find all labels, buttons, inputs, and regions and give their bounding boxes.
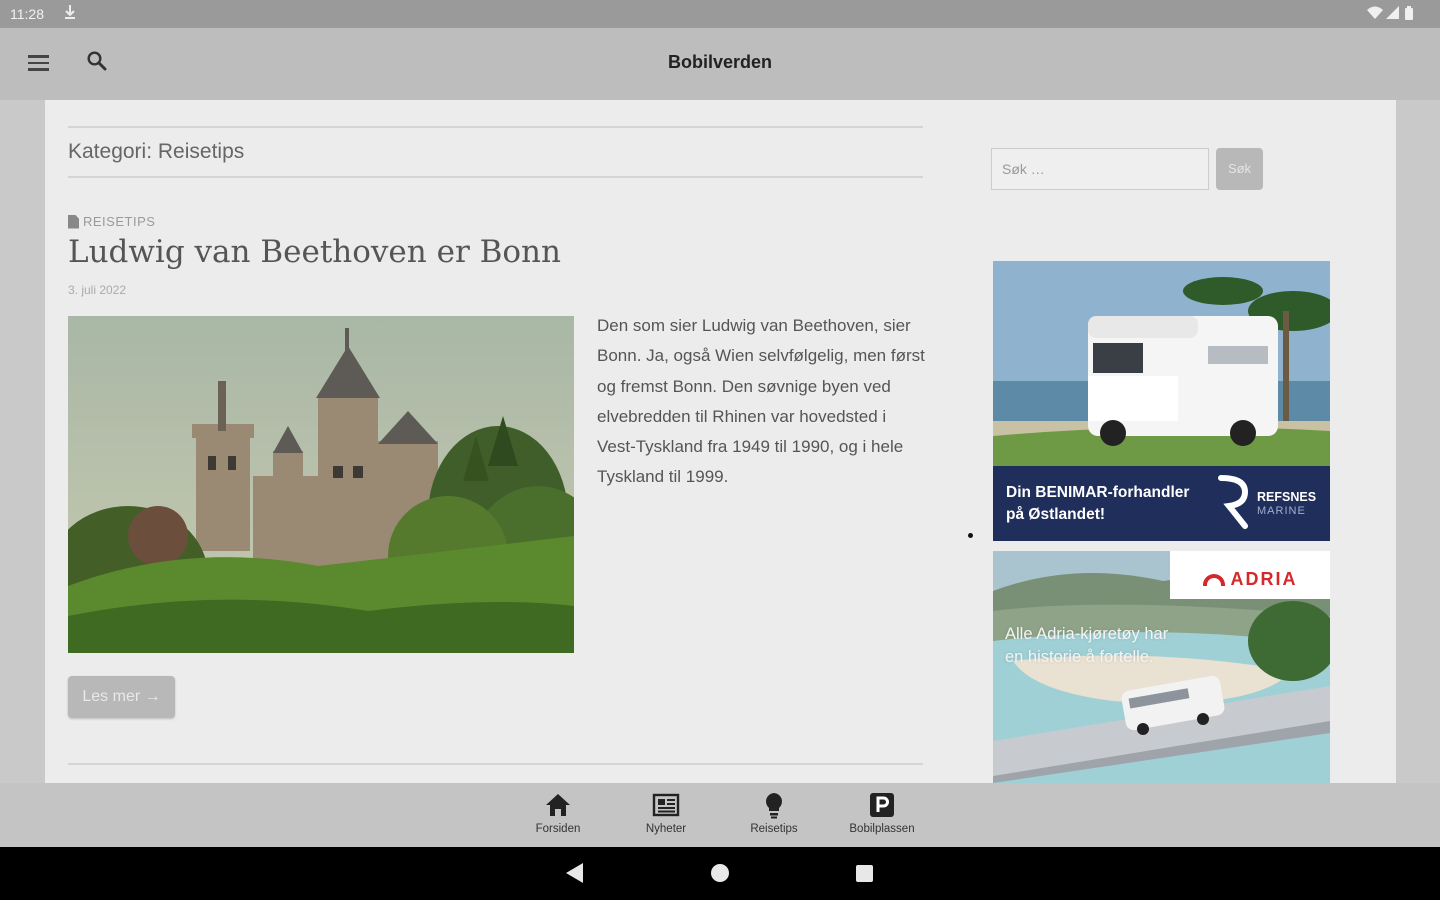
ad-marker-dot — [968, 533, 973, 538]
divider — [68, 126, 923, 128]
system-navigation-bar — [0, 847, 1440, 900]
benimar-ad[interactable]: Din BENIMAR-forhandler på Østlandet! REF… — [993, 261, 1330, 541]
post-category[interactable]: REISETIPS — [68, 214, 155, 229]
divider — [68, 763, 923, 765]
adria-logo: ADRIA — [1170, 551, 1330, 599]
app-bar: Bobilverden — [0, 28, 1440, 100]
battery-icon — [1405, 6, 1413, 20]
wifi-icon — [1367, 6, 1383, 19]
post-featured-image[interactable] — [68, 316, 574, 653]
read-more-button[interactable]: Les mer → — [68, 676, 175, 718]
post-date: 3. juli 2022 — [68, 283, 127, 297]
status-bar: 11:28 — [0, 0, 1440, 28]
home-icon — [513, 791, 603, 819]
post-title[interactable]: Ludwig van Beethoven er Bonn — [68, 234, 561, 270]
content-area: Kategori: Reisetips REISETIPS Ludwig van… — [45, 100, 1396, 783]
sidebar-search-button[interactable]: Søk — [1216, 148, 1263, 190]
refsnes-logo-icon — [1218, 475, 1249, 529]
home-circle-icon[interactable] — [711, 864, 729, 882]
system-status-icons — [1366, 5, 1428, 25]
back-icon[interactable] — [566, 863, 583, 883]
parking-icon — [837, 791, 927, 819]
newspaper-icon — [621, 791, 711, 819]
sidebar-search-input[interactable]: Søk … — [991, 148, 1209, 190]
download-arrow-icon — [64, 4, 76, 24]
nav-item-forsiden[interactable]: Forsiden — [513, 791, 603, 835]
benimar-ad-text: Din BENIMAR-forhandler på Østlandet! — [1006, 484, 1190, 523]
app-title: Bobilverden — [667, 52, 773, 72]
divider — [68, 176, 923, 178]
refsnes-brand: REFSNES MARINE — [1257, 490, 1317, 517]
adria-ad[interactable]: ADRIA Alle Adria-kjøretøy har en histori… — [993, 551, 1330, 783]
lightbulb-icon — [729, 791, 819, 819]
nav-item-reisetips[interactable]: Reisetips — [729, 791, 819, 835]
status-time: 11:28 — [10, 6, 44, 22]
document-icon — [68, 214, 79, 229]
post-category-label[interactable]: REISETIPS — [83, 214, 155, 229]
nav-item-bobilplassen[interactable]: Bobilplassen — [837, 791, 927, 835]
adria-slogan: Alle Adria-kjøretøy har en historie å fo… — [1005, 625, 1169, 666]
nav-item-nyheter[interactable]: Nyheter — [621, 791, 711, 835]
bottom-navigation: Forsiden Nyheter Reisetips Bobilplassen — [0, 783, 1440, 847]
recents-icon[interactable] — [856, 865, 873, 882]
signal-icon — [1386, 6, 1399, 19]
post-excerpt: Den som sier Ludwig van Beethoven, sier … — [597, 316, 925, 487]
archive-heading: Kategori: Reisetips — [68, 140, 245, 163]
adria-logo-icon — [1202, 574, 1225, 586]
benimar-ad-banner: Din BENIMAR-forhandler på Østlandet! REF… — [993, 466, 1330, 541]
